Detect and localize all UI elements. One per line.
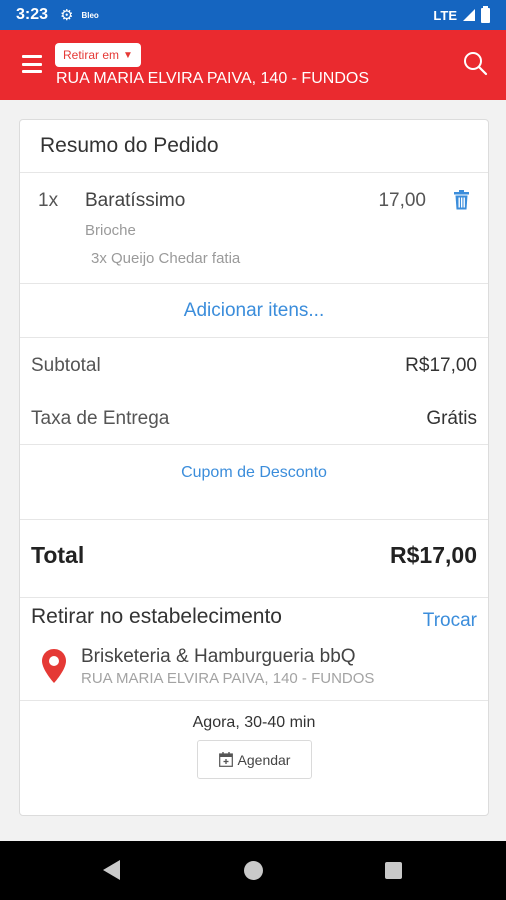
search-icon[interactable] [462,50,488,76]
status-indicators: LTE [433,5,490,23]
calendar-icon [218,752,233,767]
app-bar: Retirar em ▼ RUA MARIA ELVIRA PAIVA, 140… [0,30,506,100]
notification-text: Bleo [81,10,99,20]
add-items-link[interactable]: Adicionar itens... [20,300,488,322]
header-address[interactable]: RUA MARIA ELVIRA PAIVA, 140 - FUNDOS [56,70,369,88]
schedule-label: Agendar [237,751,291,768]
pickup-title: Retirar no estabelecimento [31,605,282,628]
subtotal-value: R$17,00 [405,355,477,376]
divider [20,444,488,445]
trash-icon[interactable] [453,190,470,210]
divider [20,597,488,598]
total-label: Total [31,542,85,568]
system-nav-bar [0,841,506,900]
schedule-button[interactable]: Agendar [197,740,312,779]
back-icon[interactable] [103,860,120,880]
order-summary-title: Resumo do Pedido [40,134,219,157]
delivery-fee-value: Grátis [426,408,477,429]
recent-apps-icon[interactable] [385,862,402,879]
status-bar: 3:23 ⚙ Bleo LTE [0,0,506,30]
divider [20,700,488,701]
item-option: Brioche [85,222,136,239]
subtotal-label: Subtotal [31,355,101,376]
signal-icon [463,9,475,21]
divider [20,172,488,173]
item-name: Baratíssimo [85,190,186,211]
pickup-mode-button[interactable]: Retirar em ▼ [55,43,141,67]
item-quantity: 1x [38,190,59,211]
divider [20,337,488,338]
item-price: 17,00 [378,190,426,211]
total-value: R$17,00 [390,542,477,568]
store-name: Brisketeria & Hamburgueria bbQ [81,646,356,667]
home-icon[interactable] [244,861,263,880]
change-store-button[interactable]: Trocar [423,610,477,632]
chevron-down-icon: ▼ [123,49,133,61]
divider [20,283,488,284]
battery-icon [481,5,490,23]
pickup-mode-label: Retirar em [63,48,120,62]
status-time: 3:23 [16,6,49,23]
location-pin-icon [42,649,66,683]
network-label: LTE [433,7,457,23]
divider [20,519,488,520]
pickup-eta: Agora, 30-40 min [192,714,316,731]
gear-icon: ⚙ [60,7,74,24]
delivery-fee-label: Taxa de Entrega [31,408,170,429]
order-summary-card: Resumo do Pedido 1x Baratíssimo 17,00 Br… [19,119,489,816]
item-option: 3x Queijo Chedar fatia [91,250,241,267]
hamburger-icon[interactable] [22,55,42,73]
coupon-link[interactable]: Cupom de Desconto [20,464,488,482]
store-address: RUA MARIA ELVIRA PAIVA, 140 - FUNDOS [81,670,375,687]
